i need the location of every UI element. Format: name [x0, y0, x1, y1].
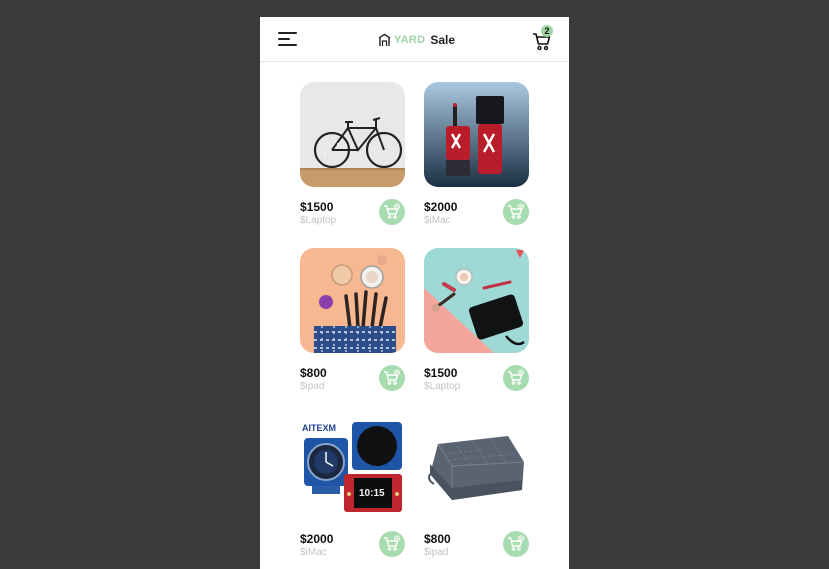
add-to-cart-icon [384, 535, 401, 551]
add-to-cart-button[interactable] [379, 365, 405, 391]
product-card[interactable]: $1500 $Laptop [300, 82, 405, 242]
product-price: $800 [300, 366, 327, 380]
product-image-cosmetics-wallet[interactable] [424, 248, 529, 353]
product-card[interactable]: $1500 $Laptop [424, 248, 529, 408]
add-to-cart-icon [508, 203, 525, 219]
product-name: $Laptop [300, 215, 337, 226]
product-name: $ipad [300, 381, 325, 392]
product-price: $1500 [424, 366, 458, 380]
add-to-cart-icon [384, 203, 401, 219]
product-image-nail-polish[interactable] [424, 82, 529, 187]
menu-button[interactable] [278, 31, 298, 47]
menu-icon-line [278, 44, 297, 46]
top-bar: YARD Sale 2 [260, 17, 569, 62]
product-image-bicycle[interactable] [300, 82, 405, 187]
add-to-cart-icon [384, 369, 401, 385]
product-image-brand-text: AITEXM [302, 423, 336, 433]
app-logo[interactable]: YARD Sale [378, 30, 455, 50]
product-card[interactable]: AITEXM 10:15 $2000 $iMac [300, 414, 405, 569]
product-image-makeup-bag[interactable] [300, 248, 405, 353]
product-price: $800 [424, 532, 451, 546]
menu-icon-line [278, 32, 297, 34]
logo-word-yard: YARD [394, 34, 426, 46]
menu-icon-line [278, 38, 290, 40]
app-screen: YARD Sale 2 $1500 $Laptop $2000 $iMac $8… [260, 17, 569, 569]
add-to-cart-button[interactable] [379, 531, 405, 557]
product-image-weighted-blanket[interactable] [424, 414, 529, 519]
shop-icon [378, 33, 391, 46]
add-to-cart-button[interactable] [503, 365, 529, 391]
cart-count-badge: 2 [541, 25, 553, 37]
svg-text:10:15: 10:15 [359, 488, 385, 499]
add-to-cart-icon [508, 535, 525, 551]
product-name: $iMac [424, 215, 451, 226]
product-price: $2000 [424, 200, 458, 214]
product-price: $1500 [300, 200, 334, 214]
product-name: $Laptop [424, 381, 461, 392]
product-card[interactable]: $2000 $iMac [424, 82, 529, 242]
product-name: $iMac [300, 547, 327, 558]
add-to-cart-button[interactable] [379, 199, 405, 225]
product-name: $ipad [424, 547, 449, 558]
product-price: $2000 [300, 532, 334, 546]
add-to-cart-button[interactable] [503, 531, 529, 557]
logo-word-sale: Sale [430, 33, 456, 47]
product-card[interactable]: $800 $ipad [424, 414, 529, 569]
product-image-electronics-modules[interactable]: AITEXM 10:15 [300, 414, 405, 519]
add-to-cart-button[interactable] [503, 199, 529, 225]
product-card[interactable]: $800 $ipad [300, 248, 405, 408]
add-to-cart-icon [508, 369, 525, 385]
